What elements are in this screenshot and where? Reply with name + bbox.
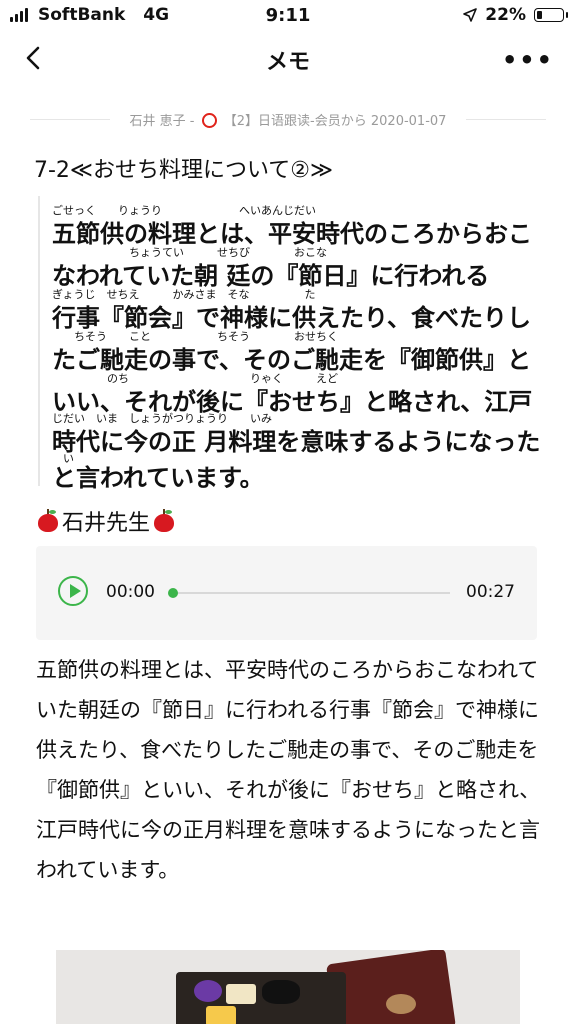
page-title: メモ (265, 50, 310, 75)
red-apple-icon (152, 509, 176, 533)
audio-progress-knob[interactable] (168, 588, 178, 598)
ellipsis-icon[interactable]: ••• (502, 46, 554, 74)
memo-body-text: 五節供の料理とは、平安時代のころからおこなわれていた朝廷の『節日』に行われる行事… (36, 658, 541, 882)
memo-heading: 7-2≪おせち料理について②≫ (34, 158, 334, 183)
memo-meta: 石井 恵子 - 【2】日语跟读-会员から 2020-01-07 (30, 110, 546, 129)
battery-percent: 22% (485, 5, 526, 25)
teacher-label: 石井先生 (36, 505, 176, 537)
audio-player: 00:00 00:27 (36, 546, 537, 640)
furigana-line: 時代に今の正 月料理を意味するようになった (52, 428, 541, 456)
audio-current-time: 00:00 (106, 582, 155, 602)
battery-icon (534, 8, 568, 22)
author-name: 石井 恵子 - (129, 114, 195, 129)
red-circle-icon (201, 113, 217, 128)
navigation-bar: メモ ••• (0, 32, 576, 86)
memo-date: 2020-01-07 (370, 114, 447, 129)
location-arrow-icon (463, 8, 478, 22)
source-name[interactable]: 【2】日语跟读-会员から (224, 114, 367, 129)
audio-progress-track[interactable] (170, 592, 450, 594)
furigana-text-image: ごせっく りょうり へいあんじだい 五節供の料理とは、平安時代のころからおこ ち… (38, 196, 540, 492)
audio-duration: 00:27 (466, 582, 515, 602)
status-bar: SoftBank 4G 9:11 22% (0, 0, 576, 32)
furigana-line: と言われています。 (52, 464, 264, 492)
teacher-name: 石井先生 (62, 511, 151, 536)
play-icon[interactable] (58, 576, 88, 606)
osechi-photo[interactable] (56, 950, 520, 1024)
red-apple-icon (36, 509, 60, 533)
